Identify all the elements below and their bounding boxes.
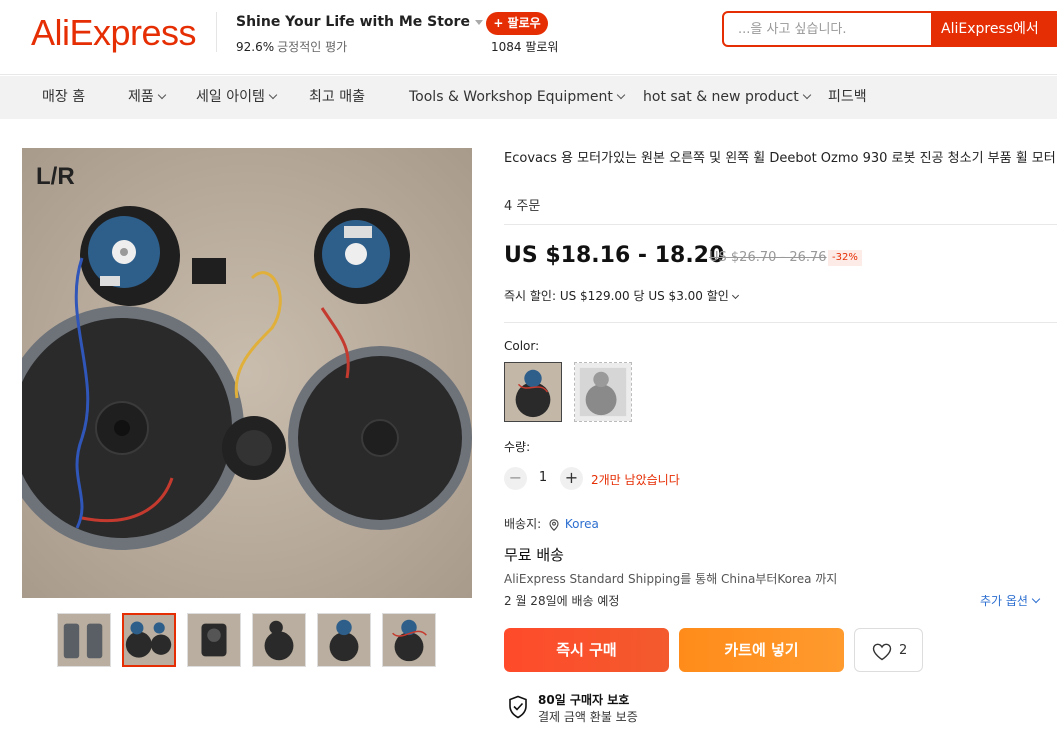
wishlist-count: 2 <box>899 643 908 658</box>
thumbnail-image <box>188 614 240 666</box>
search-bar: AliExpress에서 <box>722 11 1057 47</box>
ship-to-country[interactable]: Korea <box>565 517 599 531</box>
store-name[interactable]: Shine Your Life with Me Store <box>236 14 483 30</box>
chevron-down-icon[interactable] <box>731 291 739 300</box>
store-rating-value: 92.6% <box>236 40 275 54</box>
more-shipping-options[interactable]: 추가 옵션 <box>980 592 1041 609</box>
nav-item-label[interactable]: hot sat & new product <box>643 89 799 105</box>
quantity-increase-button[interactable]: + <box>560 467 583 490</box>
nav-item-store-home[interactable]: 매장 홈 <box>42 76 85 119</box>
product-main-image[interactable]: L/R <box>22 148 472 598</box>
main-image-label: L/R <box>36 163 75 190</box>
divider <box>504 322 1057 323</box>
chevron-down-icon[interactable] <box>268 90 278 100</box>
stock-warning: 2개만 남았습니다 <box>591 473 680 487</box>
discount-badge: -32% <box>828 250 862 266</box>
heart-icon[interactable] <box>872 643 892 661</box>
instant-discount[interactable]: 즉시 할인: US $129.00 당 US $3.00 할인 <box>504 287 739 304</box>
quantity-value[interactable]: 1 <box>536 470 550 485</box>
thumbnail-4[interactable] <box>252 613 306 667</box>
product-title: Ecovacs 용 모터가있는 원본 오른쪽 및 왼쪽 휠 Deebot Ozm… <box>504 151 1056 166</box>
follow-button[interactable]: + 팔로우 <box>486 12 548 35</box>
search-input[interactable] <box>738 13 928 45</box>
original-price: US $26.70 - 26.76 <box>709 250 827 265</box>
color-option-2[interactable] <box>574 362 632 422</box>
thumbnail-5[interactable] <box>317 613 371 667</box>
chevron-down-icon[interactable] <box>802 90 812 100</box>
store-rating-label: 긍정적인 평가 <box>277 40 348 54</box>
nav-item-feedback[interactable]: 피드백 <box>828 76 867 119</box>
nav-item-label[interactable]: 매장 홈 <box>42 89 85 105</box>
aliexpress-logo[interactable]: AliExpress <box>31 12 197 54</box>
color-swatch-image <box>575 363 631 421</box>
buyer-protection-title: 80일 구매자 보호 <box>538 693 630 707</box>
thumbnail-1[interactable] <box>57 613 111 667</box>
chevron-down-icon[interactable] <box>157 90 167 100</box>
free-shipping: 무료 배송 <box>504 546 564 564</box>
header-divider <box>216 12 217 52</box>
store-name-label[interactable]: Shine Your Life with Me Store <box>236 14 470 30</box>
thumbnail-2[interactable] <box>122 613 176 667</box>
chevron-down-icon[interactable] <box>616 90 626 100</box>
order-count: 4 주문 <box>504 199 541 214</box>
thumbnail-image <box>58 614 110 666</box>
divider <box>504 224 1057 225</box>
thumbnail-image <box>124 615 174 665</box>
nav-item-label[interactable]: 제품 <box>128 89 154 105</box>
caret-down-icon[interactable] <box>474 19 483 25</box>
store-header: AliExpress Shine Your Life with Me Store… <box>0 0 1057 75</box>
quantity-label: 수량: <box>504 440 531 454</box>
location-pin-icon <box>549 518 559 531</box>
chevron-down-icon[interactable] <box>1031 594 1041 604</box>
follower-count: 1084 팔로워 <box>491 40 559 54</box>
color-label: Color: <box>504 339 540 353</box>
store-nav: 매장 홈 제품 세일 아이템 최고 매출 Tools & Workshop Eq… <box>0 76 1057 119</box>
shield-check-icon <box>509 695 527 719</box>
nav-item-hot-sale[interactable]: hot sat & new product <box>643 76 812 119</box>
buy-now-button[interactable]: 즉시 구매 <box>504 628 669 672</box>
shipping-method: AliExpress Standard Shipping를 통해 China부터… <box>504 572 838 586</box>
thumbnail-image <box>253 614 305 666</box>
color-option-1[interactable] <box>504 362 562 422</box>
add-to-cart-button[interactable]: 카트에 넣기 <box>679 628 844 672</box>
thumbnail-3[interactable] <box>187 613 241 667</box>
color-swatch-image <box>505 363 561 421</box>
nav-item-sale-items[interactable]: 세일 아이템 <box>196 76 278 119</box>
ship-to-label: 배송지: <box>504 517 542 531</box>
wishlist-button[interactable]: 2 <box>854 628 923 672</box>
ship-to[interactable]: 배송지: Korea <box>504 515 599 532</box>
thumbnail-6[interactable] <box>382 613 436 667</box>
search-button[interactable]: AliExpress에서 <box>931 13 1057 45</box>
nav-item-label[interactable]: Tools & Workshop Equipment <box>409 89 613 105</box>
nav-item-label[interactable]: 세일 아이템 <box>196 89 265 105</box>
more-options-label[interactable]: 추가 옵션 <box>980 594 1028 608</box>
buyer-protection-subtitle: 결제 금액 환불 보증 <box>538 710 638 724</box>
instant-discount-label[interactable]: 즉시 할인: US $129.00 당 US $3.00 할인 <box>504 289 729 303</box>
delivery-date: 2 월 28일에 배송 예정 <box>504 594 620 608</box>
thumbnail-image <box>383 614 435 666</box>
nav-item-label[interactable]: 피드백 <box>828 89 867 105</box>
quantity-decrease-button[interactable]: − <box>504 467 527 490</box>
product-price: US $18.16 - 18.20 <box>504 243 725 268</box>
nav-item-top-sellers[interactable]: 최고 매출 <box>309 76 365 119</box>
product-photo: L/R <box>22 148 472 598</box>
nav-item-label[interactable]: 최고 매출 <box>309 89 365 105</box>
nav-item-products[interactable]: 제품 <box>128 76 167 119</box>
thumbnail-image <box>318 614 370 666</box>
store-rating: 92.6% 긍정적인 평가 <box>236 38 347 55</box>
nav-item-tools-workshop[interactable]: Tools & Workshop Equipment <box>409 76 626 119</box>
